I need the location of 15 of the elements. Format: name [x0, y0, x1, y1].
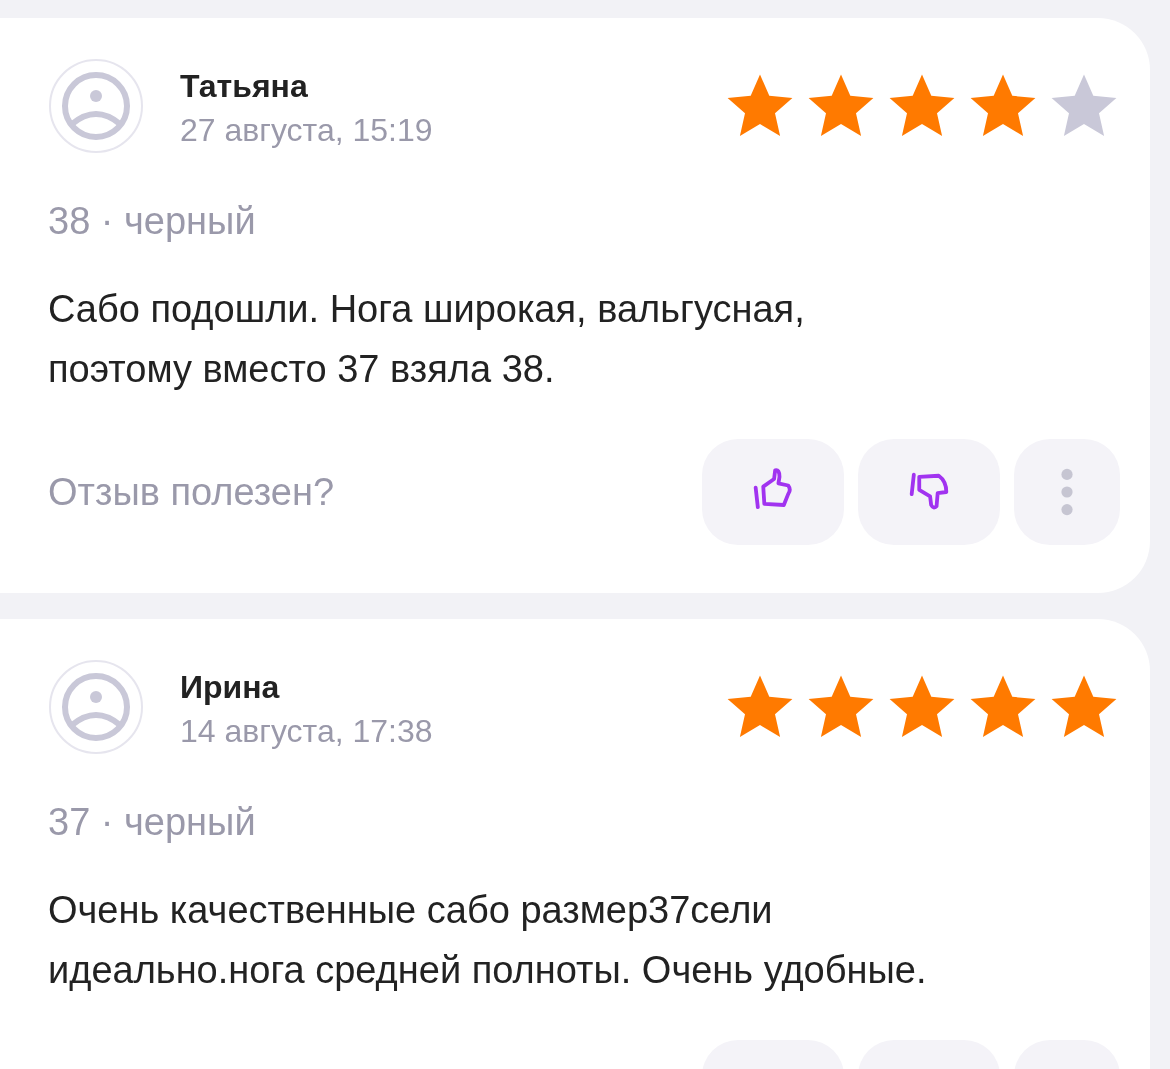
avatar-icon [48, 659, 144, 755]
product-variant: 38 · черный [48, 200, 257, 243]
author-name: Ирина [180, 668, 281, 707]
more-button[interactable] [1014, 439, 1120, 545]
review-date: 27 августа, 15:19 [180, 111, 434, 150]
review-text: Сабо подошли. Нога широкая, вальгусная, поэтому вместо 37 взяла 38. [48, 287, 806, 392]
product-variant: 37 · черный [48, 801, 257, 844]
like-button[interactable] [702, 439, 844, 545]
dislike-button[interactable] [858, 439, 1000, 545]
avatar-icon [48, 58, 144, 154]
author-name: Татьяна [180, 67, 309, 106]
helpful-prompt: Отзыв полезен? [48, 470, 336, 514]
review-text: Очень качественные сабо размер37сели идеально.нога средней полноты. Очень удобные. [48, 888, 928, 993]
review-date: 14 августа, 17:38 [180, 712, 434, 751]
more-icon [1059, 467, 1075, 517]
